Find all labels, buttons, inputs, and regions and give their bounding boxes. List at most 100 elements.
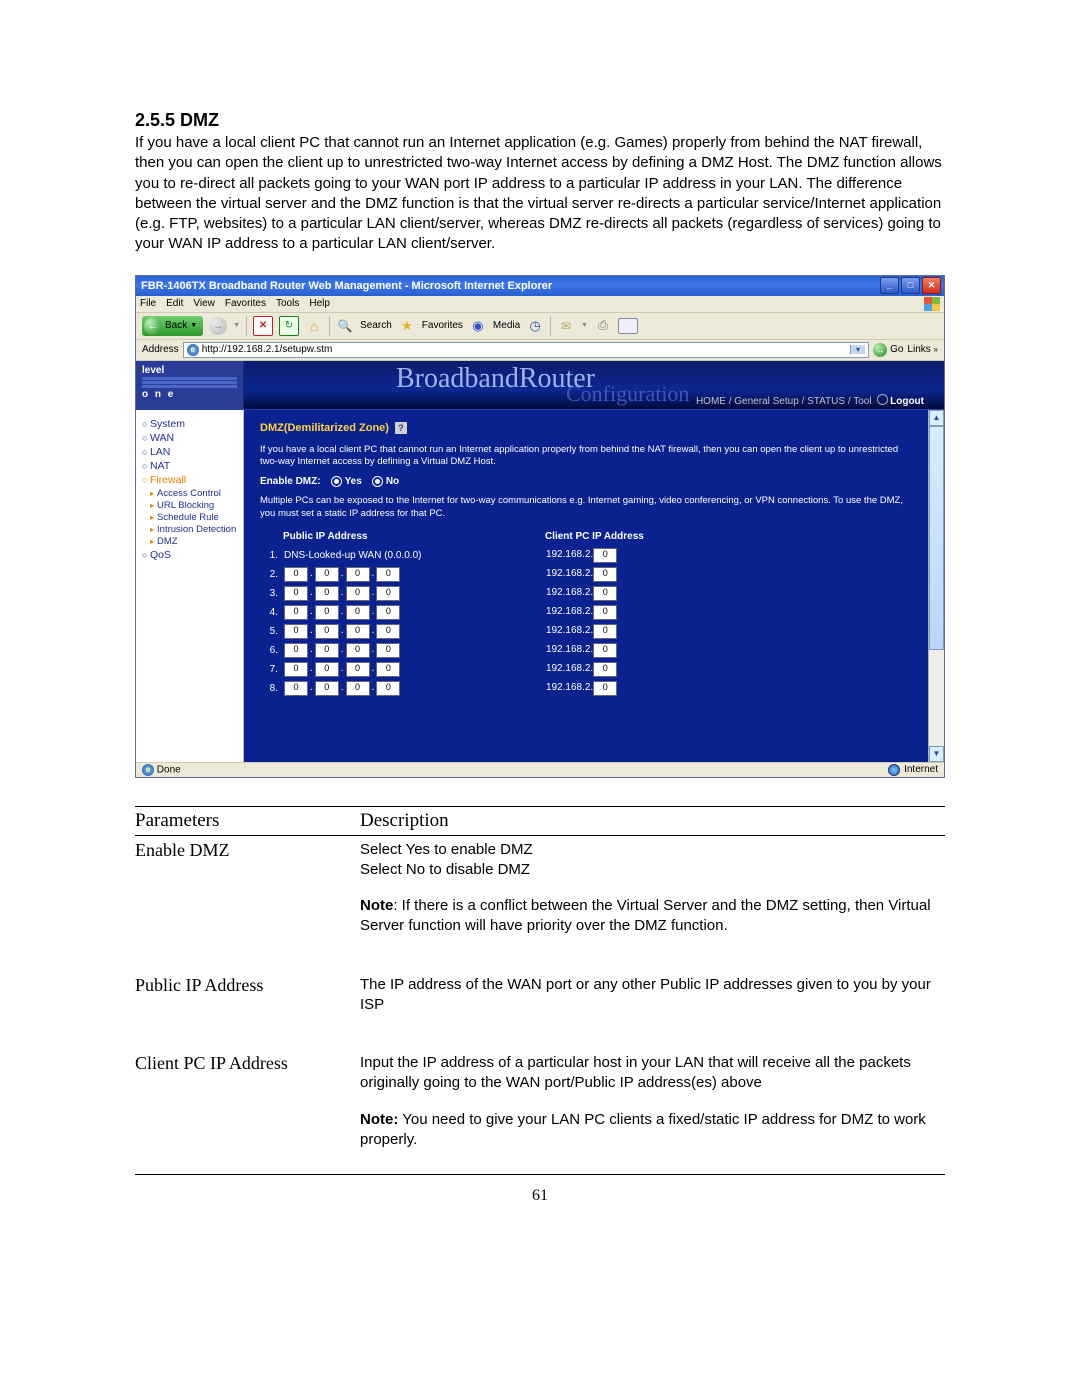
sidebar-sub-access-control[interactable]: Access Control (150, 488, 239, 499)
window-title: FBR-1406TX Broadband Router Web Manageme… (141, 280, 552, 292)
client-ip-last-octet[interactable]: 0 (593, 662, 617, 677)
public-ip-octet[interactable]: 0 (315, 662, 339, 677)
public-ip-octet[interactable]: 0 (284, 681, 308, 696)
scroll-down-icon[interactable]: ▼ (929, 746, 944, 762)
logout-link[interactable]: Logout (890, 396, 924, 407)
enable-yes-option[interactable]: Yes (331, 476, 362, 487)
client-ip-last-octet[interactable]: 0 (593, 681, 617, 696)
vertical-scrollbar[interactable]: ▲ ▼ (928, 410, 944, 762)
sidebar-item-qos[interactable]: QoS (142, 549, 239, 561)
public-ip-octet[interactable]: 0 (346, 662, 370, 677)
intro-paragraph: If you have a local client PC that canno… (135, 133, 945, 255)
public-ip-octet[interactable]: 0 (315, 586, 339, 601)
brand-logo: level o n e (136, 361, 244, 409)
sidebar-item-wan[interactable]: WAN (142, 432, 239, 444)
public-ip-octet[interactable]: 0 (284, 643, 308, 658)
client-ip-last-octet[interactable]: 0 (593, 624, 617, 639)
params-header-left: Parameters (135, 810, 360, 832)
public-ip-octet[interactable]: 0 (346, 681, 370, 696)
public-ip-octet[interactable]: 0 (284, 624, 308, 639)
public-ip-octet[interactable]: 0 (284, 567, 308, 582)
menu-view[interactable]: View (193, 298, 215, 309)
public-ip-octet[interactable]: 0 (346, 605, 370, 620)
public-ip-octet[interactable]: 0 (346, 643, 370, 658)
menu-bar: File Edit View Favorites Tools Help (136, 296, 944, 313)
menu-help[interactable]: Help (309, 298, 330, 309)
client-ip-last-octet[interactable]: 0 (593, 567, 617, 582)
menu-file[interactable]: File (140, 298, 156, 309)
client-ip-last-octet[interactable]: 0 (593, 586, 617, 601)
public-ip-octet[interactable]: 0 (376, 586, 400, 601)
menu-tools[interactable]: Tools (276, 298, 299, 309)
parameters-table: Parameters Description Enable DMZSelect … (135, 806, 945, 1176)
history-icon[interactable]: ◷ (526, 317, 544, 335)
public-ip-octet[interactable]: 0 (346, 567, 370, 582)
main-panel: DMZ(Demilitarized Zone) ? If you have a … (244, 410, 928, 762)
address-dropdown-icon[interactable]: ▾ (850, 345, 865, 354)
sidebar-item-nat[interactable]: NAT (142, 460, 239, 472)
go-button[interactable]: → Go (873, 343, 903, 357)
help-icon[interactable]: ? (395, 422, 407, 434)
sidebar-sub-url-blocking[interactable]: URL Blocking (150, 500, 239, 511)
search-icon[interactable]: 🔍 (336, 317, 354, 335)
maximize-button[interactable]: □ (901, 277, 920, 294)
search-label: Search (360, 320, 392, 331)
mail-icon[interactable]: ✉ (557, 317, 575, 335)
public-ip-octet[interactable]: 0 (284, 605, 308, 620)
public-ip-octet[interactable]: 0 (315, 567, 339, 582)
forward-button[interactable]: → (209, 317, 227, 335)
refresh-icon[interactable]: ↻ (279, 316, 299, 336)
minimize-button[interactable]: _ (880, 277, 899, 294)
dmz-row: 4.0.0.0.0192.168.2.0 (262, 604, 698, 621)
public-ip-octet[interactable]: 0 (376, 605, 400, 620)
sidebar-item-system[interactable]: System (142, 418, 239, 430)
public-ip-octet[interactable]: 0 (376, 567, 400, 582)
menu-edit[interactable]: Edit (166, 298, 183, 309)
address-label: Address (142, 344, 179, 355)
dmz-row: 8.0.0.0.0192.168.2.0 (262, 680, 698, 697)
client-ip-prefix: 192.168.2. (546, 549, 593, 560)
sidebar-item-lan[interactable]: LAN (142, 446, 239, 458)
print-icon[interactable]: ⎙ (594, 317, 612, 335)
menu-favorites[interactable]: Favorites (225, 298, 266, 309)
stop-icon[interactable]: ✕ (253, 316, 273, 336)
public-ip-octet[interactable]: 0 (315, 605, 339, 620)
client-ip-last-octet[interactable]: 0 (593, 548, 617, 563)
address-field[interactable]: e http://192.168.2.1/setupw.stm ▾ (183, 342, 869, 358)
client-ip-prefix: 192.168.2. (546, 568, 593, 579)
public-ip-octet[interactable]: 0 (376, 624, 400, 639)
dmz-row: 1.DNS-Looked-up WAN (0.0.0.0)192.168.2.0 (262, 547, 698, 564)
home-icon[interactable]: ⌂ (305, 317, 323, 335)
param-desc: Input the IP address of a particular hos… (360, 1053, 945, 1166)
back-button[interactable]: ← Back ▼ (142, 316, 203, 336)
dmz-row: 2.0.0.0.0192.168.2.0 (262, 566, 698, 583)
public-ip-octet[interactable]: 0 (315, 643, 339, 658)
picture-icon[interactable] (618, 318, 638, 334)
client-ip-last-octet[interactable]: 0 (593, 643, 617, 658)
public-ip-octet[interactable]: 0 (376, 681, 400, 696)
public-ip-octet[interactable]: 0 (346, 586, 370, 601)
sidebar-sub-intrusion-detection[interactable]: Intrusion Detection (150, 524, 239, 535)
client-ip-last-octet[interactable]: 0 (593, 605, 617, 620)
favorites-icon[interactable]: ★ (398, 317, 416, 335)
public-ip-octet[interactable]: 0 (315, 624, 339, 639)
client-ip-prefix: 192.168.2. (546, 606, 593, 617)
public-ip-octet[interactable]: 0 (284, 586, 308, 601)
public-ip-octet[interactable]: 0 (376, 643, 400, 658)
public-ip-octet[interactable]: 0 (284, 662, 308, 677)
scroll-thumb[interactable] (929, 426, 944, 650)
public-ip-octet[interactable]: 0 (346, 624, 370, 639)
public-ip-octet[interactable]: 0 (376, 662, 400, 677)
scroll-up-icon[interactable]: ▲ (929, 410, 944, 426)
sidebar-item-firewall[interactable]: Firewall (142, 474, 239, 486)
back-label: Back (165, 320, 187, 331)
sidebar-sub-schedule-rule[interactable]: Schedule Rule (150, 512, 239, 523)
radio-selected-icon (331, 476, 342, 487)
enable-no-option[interactable]: No (372, 476, 399, 487)
public-ip-octet[interactable]: 0 (315, 681, 339, 696)
sidebar-sub-dmz[interactable]: DMZ (150, 536, 239, 547)
links-label[interactable]: Links » (907, 344, 938, 355)
media-icon[interactable]: ◉ (469, 317, 487, 335)
param-name: Public IP Address (135, 975, 360, 1032)
close-button[interactable]: ✕ (922, 277, 941, 294)
